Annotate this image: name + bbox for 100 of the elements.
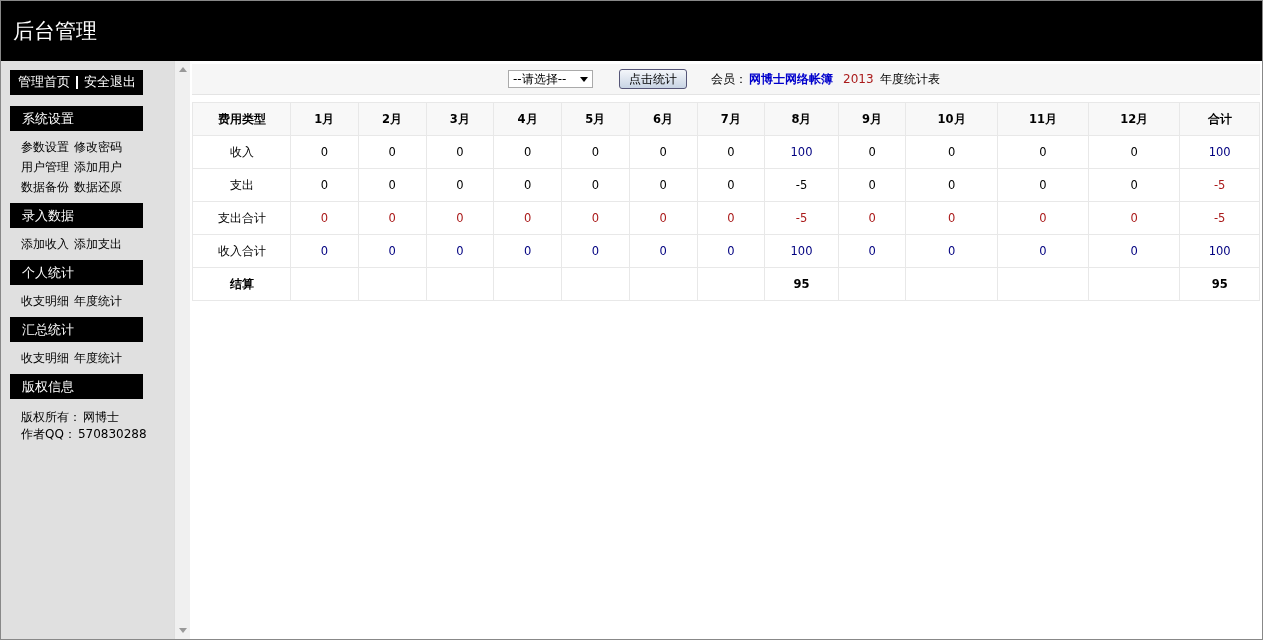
table-cell: 0 xyxy=(697,135,765,169)
table-cell: -5 xyxy=(764,168,839,202)
column-header: 8月 xyxy=(764,102,839,136)
table-cell: 0 xyxy=(493,201,562,235)
sidebar-link[interactable]: 年度统计 xyxy=(74,348,122,368)
table-cell: 0 xyxy=(697,201,765,235)
table-cell: 0 xyxy=(358,201,426,235)
column-header: 4月 xyxy=(493,102,562,136)
sidebar-link[interactable]: 添加收入 xyxy=(21,234,69,254)
table-cell: 0 xyxy=(629,234,697,268)
column-header: 10月 xyxy=(905,102,998,136)
table-cell: 0 xyxy=(905,135,998,169)
member-name: 网博士网络帐簿 xyxy=(749,70,833,88)
column-header: 合计 xyxy=(1179,102,1260,136)
table-cell: 0 xyxy=(290,201,359,235)
table-cell: 0 xyxy=(426,234,494,268)
table-cell: 100 xyxy=(1179,234,1260,268)
table-cell: 0 xyxy=(358,168,426,202)
section-header: 汇总统计 xyxy=(10,317,143,342)
table-cell: 0 xyxy=(629,135,697,169)
info-value: 网博士 xyxy=(83,409,119,426)
table-cell: 100 xyxy=(764,234,839,268)
table-cell: 0 xyxy=(290,168,359,202)
site-title: 后台管理 xyxy=(13,18,97,45)
sidebar-link[interactable]: 数据还原 xyxy=(74,177,122,197)
nav-link[interactable]: 安全退出 xyxy=(83,74,136,91)
column-header: 3月 xyxy=(426,102,494,136)
table-cell: 0 xyxy=(905,201,998,235)
nav-link[interactable]: 管理首页 xyxy=(17,74,70,91)
table-cell: 0 xyxy=(290,135,359,169)
table-cell: 95 xyxy=(764,267,839,301)
sidebar-link[interactable]: 添加用户 xyxy=(74,157,122,177)
row-label: 收入合计 xyxy=(192,234,291,268)
section-header: 录入数据 xyxy=(10,203,143,228)
table-cell: 0 xyxy=(426,135,494,169)
table-cell: -5 xyxy=(764,201,839,235)
table-cell: 0 xyxy=(838,168,906,202)
table-cell: 0 xyxy=(838,201,906,235)
section-header: 版权信息 xyxy=(10,374,143,399)
sidebar-link[interactable]: 修改密码 xyxy=(74,137,122,157)
sidebar-link[interactable]: 收支明细 xyxy=(21,348,69,368)
table-cell: 0 xyxy=(629,168,697,202)
column-header: 费用类型 xyxy=(192,102,291,136)
sidebar-link[interactable]: 收支明细 xyxy=(21,291,69,311)
table-cell: 0 xyxy=(290,234,359,268)
info-value: 570830288 xyxy=(77,426,147,443)
column-header: 11月 xyxy=(997,102,1089,136)
row-label: 收入 xyxy=(192,135,291,169)
column-header: 7月 xyxy=(697,102,765,136)
table-cell: 0 xyxy=(1088,168,1180,202)
table-cell: 0 xyxy=(629,201,697,235)
table-cell: 100 xyxy=(1179,135,1260,169)
table-cell: -5 xyxy=(1179,168,1260,202)
table-cell: 0 xyxy=(493,168,562,202)
table-cell: 0 xyxy=(493,135,562,169)
info-label: 作者QQ： xyxy=(21,426,76,443)
table-cell: 0 xyxy=(1088,234,1180,268)
table-cell: 0 xyxy=(1088,201,1180,235)
section-header: 个人统计 xyxy=(10,260,143,285)
table-cell: 0 xyxy=(905,168,998,202)
table-cell: 0 xyxy=(997,234,1089,268)
year-text: 2013 xyxy=(843,72,874,86)
report-title: 年度统计表 xyxy=(879,70,940,88)
column-header: 1月 xyxy=(290,102,359,136)
sidebar-link[interactable]: 数据备份 xyxy=(21,177,69,197)
table-cell: 0 xyxy=(905,234,998,268)
sidebar-link[interactable]: 添加支出 xyxy=(74,234,122,254)
column-header: 2月 xyxy=(358,102,426,136)
table-cell: 0 xyxy=(426,201,494,235)
sidebar-link[interactable]: 年度统计 xyxy=(74,291,122,311)
stats-button[interactable]: 点击统计 xyxy=(619,69,687,89)
table-cell: 0 xyxy=(426,168,494,202)
table-cell: 0 xyxy=(1088,135,1180,169)
column-header: 9月 xyxy=(838,102,906,136)
info-label: 版权所有： xyxy=(21,409,81,426)
table-cell: 0 xyxy=(997,168,1089,202)
member-label: 会员： xyxy=(711,70,747,88)
table-cell: 0 xyxy=(493,234,562,268)
table-cell: 95 xyxy=(1179,267,1260,301)
table-cell: 0 xyxy=(697,168,765,202)
table-cell: 0 xyxy=(561,234,630,268)
table-cell: 0 xyxy=(561,135,630,169)
table-cell: 0 xyxy=(358,135,426,169)
table-cell: 0 xyxy=(838,135,906,169)
row-label: 支出 xyxy=(192,168,291,202)
sidebar-link[interactable]: 参数设置 xyxy=(21,137,69,157)
section-header: 系统设置 xyxy=(10,106,143,131)
row-label: 支出合计 xyxy=(192,201,291,235)
table-cell: 0 xyxy=(561,168,630,202)
table-cell: 0 xyxy=(697,234,765,268)
table-cell: 0 xyxy=(997,201,1089,235)
scroll-down-icon[interactable] xyxy=(178,628,187,633)
table-cell: 0 xyxy=(997,135,1089,169)
sidebar-link[interactable]: 用户管理 xyxy=(21,157,69,177)
column-header: 6月 xyxy=(629,102,697,136)
table-cell: 0 xyxy=(838,234,906,268)
year-select[interactable]: --请选择-- xyxy=(508,70,593,88)
scroll-up-icon[interactable] xyxy=(178,67,187,72)
scrollbar[interactable] xyxy=(174,61,190,639)
table-cell: 100 xyxy=(764,135,839,169)
